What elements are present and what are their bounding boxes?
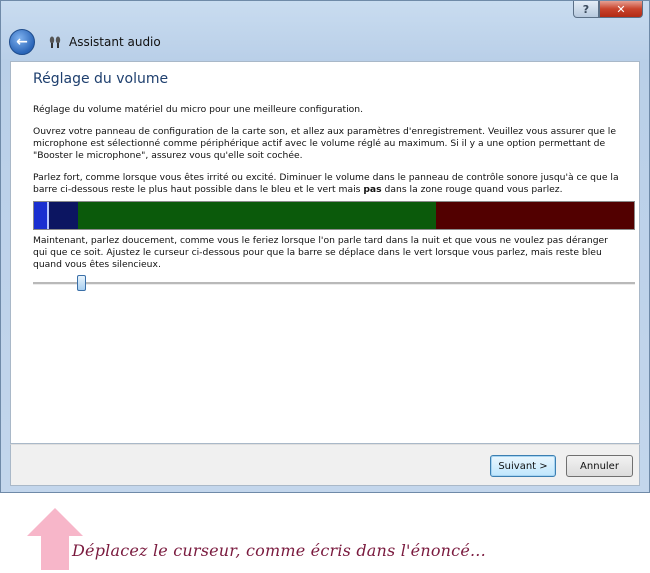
close-button[interactable]: ✕ [599,1,643,18]
meter-red-zone [436,202,634,229]
meter-blue-bright-segment [34,202,47,229]
microphone-icon [47,34,63,50]
next-button[interactable]: Suivant > [490,455,556,477]
page-title: Réglage du volume [33,71,169,87]
title-bar: ← Assistant audio [9,27,161,57]
help-button[interactable]: ? [573,1,599,18]
window-title: Assistant audio [69,35,161,49]
back-button[interactable]: ← [9,29,35,55]
instructions-text: Ouvrez votre panneau de configuration de… [33,126,617,161]
back-arrow-icon: ← [16,34,28,50]
loud-text-end: dans la zone rouge quand vous parlez. [381,184,563,195]
soft-speech-text: Maintenant, parlez doucement, comme vous… [33,235,608,270]
caption-buttons: ? ✕ [573,1,643,18]
intro-text: Réglage du volume matériel du micro pour… [33,104,364,115]
volume-meter [33,201,635,230]
loud-text-emphasis: pas [363,184,382,195]
meter-blue-dark-segment [49,202,78,229]
cancel-button[interactable]: Annuler [566,455,633,477]
meter-green-zone [78,202,436,229]
sensitivity-slider-thumb[interactable] [76,275,86,291]
sensitivity-slider-track[interactable] [33,282,635,285]
annotation-text: Déplacez le curseur, comme écris dans l'… [72,541,486,560]
loud-speech-text: Parlez fort, comme lorsque vous êtes irr… [33,172,623,196]
wizard-content: Réglage du volume Réglage du volume maté… [10,61,640,444]
wizard-window: ? ✕ ← Assistant audio Réglage du volume … [0,0,650,493]
up-arrow-icon [27,508,83,570]
wizard-footer: Suivant > Annuler [10,444,640,486]
